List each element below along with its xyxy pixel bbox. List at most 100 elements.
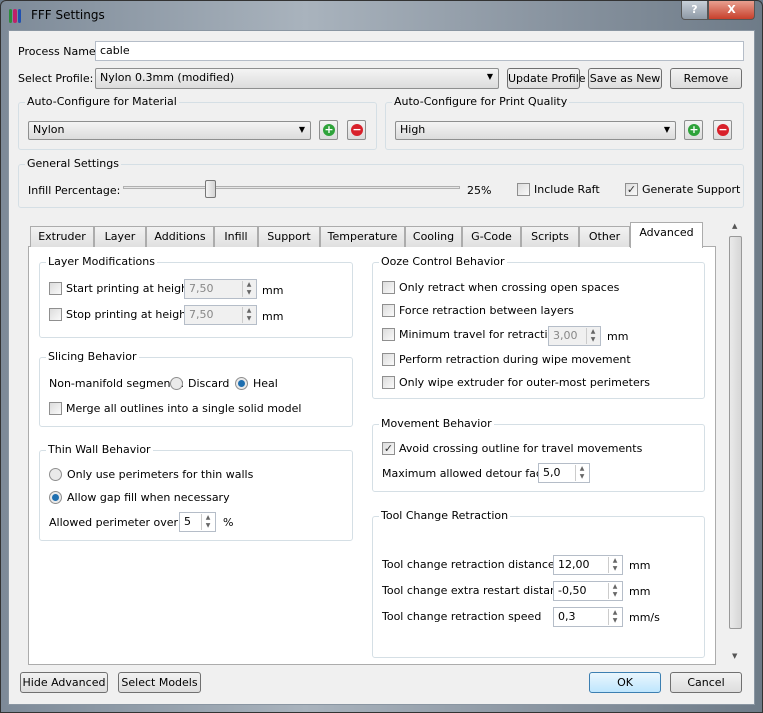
minus-icon: − xyxy=(717,123,729,136)
outer-wipe-label: Only wipe extruder for outer-most perime… xyxy=(399,376,650,389)
start-printing-label: Start printing at height xyxy=(66,282,193,295)
min-travel-unit: mm xyxy=(607,330,629,343)
tab-temperature[interactable]: Temperature xyxy=(320,226,405,247)
merge-outlines-checkbox[interactable] xyxy=(49,402,62,415)
plus-icon: + xyxy=(688,123,700,136)
process-name-label: Process Name: xyxy=(18,45,100,58)
tab-layer[interactable]: Layer xyxy=(94,226,146,247)
spin-arrows-icon[interactable]: ▲ ▼ xyxy=(242,281,255,297)
profile-value: Nylon 0.3mm (modified) xyxy=(100,71,235,84)
outer-wipe-checkbox[interactable] xyxy=(382,376,395,389)
min-travel-spinbox[interactable]: 3,00 ▲ ▼ xyxy=(548,326,601,346)
merge-outlines-label: Merge all outlines into a single solid m… xyxy=(66,402,302,415)
tab-gcode[interactable]: G-Code xyxy=(462,226,521,247)
tab-additions[interactable]: Additions xyxy=(146,226,214,247)
tab-extruder[interactable]: Extruder xyxy=(30,226,94,247)
tab-support[interactable]: Support xyxy=(258,226,320,247)
tab-cooling[interactable]: Cooling xyxy=(405,226,462,247)
min-travel-checkbox[interactable] xyxy=(382,328,395,341)
ok-button[interactable]: OK xyxy=(589,672,661,693)
tc-extra-label: Tool change extra restart distance xyxy=(382,584,570,597)
infill-slider-handle[interactable] xyxy=(204,180,216,198)
scrollbar-thumb[interactable] xyxy=(729,236,742,629)
quality-select[interactable]: High ▼ xyxy=(395,121,676,140)
slicing-behavior-title: Slicing Behavior xyxy=(46,350,139,363)
help-button[interactable]: ? xyxy=(681,1,708,20)
add-quality-button[interactable]: + xyxy=(684,120,703,140)
gap-fill-label: Allow gap fill when necessary xyxy=(67,491,230,504)
discard-label: Discard xyxy=(188,377,230,390)
discard-radio[interactable] xyxy=(170,377,183,390)
process-name-input[interactable]: cable xyxy=(95,41,744,61)
min-travel-value: 3,00 xyxy=(553,329,578,342)
tc-speed-spinbox[interactable]: 0,3 ▲ ▼ xyxy=(553,607,623,627)
spin-arrows-icon[interactable]: ▲ ▼ xyxy=(575,465,588,481)
spin-arrows-icon[interactable]: ▲ ▼ xyxy=(201,514,214,530)
tab-other[interactable]: Other xyxy=(579,226,630,247)
layer-modifications-group: Layer Modifications xyxy=(39,255,353,338)
cancel-button[interactable]: Cancel xyxy=(670,672,742,693)
avoid-crossing-checkbox[interactable]: ✓ xyxy=(382,442,395,455)
spin-arrows-icon[interactable]: ▲ ▼ xyxy=(608,609,621,625)
tab-scripts[interactable]: Scripts xyxy=(521,226,579,247)
thin-wall-title: Thin Wall Behavior xyxy=(46,443,153,456)
detour-spinbox[interactable]: 5,0 ▲ ▼ xyxy=(538,463,590,483)
window-title: FFF Settings xyxy=(31,8,105,22)
tab-infill[interactable]: Infill xyxy=(214,226,258,247)
scroll-down-icon[interactable]: ▼ xyxy=(732,652,737,660)
select-models-button[interactable]: Select Models xyxy=(118,672,201,693)
tc-distance-spinbox[interactable]: 12,00 ▲ ▼ xyxy=(553,555,623,575)
force-retraction-checkbox[interactable] xyxy=(382,304,395,317)
spin-arrows-icon[interactable]: ▲ ▼ xyxy=(242,307,255,323)
heal-radio[interactable] xyxy=(235,377,248,390)
spin-arrows-icon[interactable]: ▲ ▼ xyxy=(608,557,621,573)
scroll-up-icon[interactable]: ▲ xyxy=(732,222,737,230)
spin-arrows-icon[interactable]: ▲ ▼ xyxy=(586,328,599,344)
tc-extra-spinbox[interactable]: -0,50 ▲ ▼ xyxy=(553,581,623,601)
overlap-label: Allowed perimeter overlap xyxy=(49,516,195,529)
add-material-button[interactable]: + xyxy=(319,120,338,140)
retract-open-spaces-checkbox[interactable] xyxy=(382,281,395,294)
tab-advanced[interactable]: Advanced xyxy=(630,222,703,248)
overlap-value: 5 xyxy=(184,515,191,528)
movement-title: Movement Behavior xyxy=(379,417,494,430)
material-group-title: Auto-Configure for Material xyxy=(25,95,179,108)
overlap-unit: % xyxy=(223,516,234,529)
include-raft-checkbox[interactable] xyxy=(517,183,530,196)
infill-label: Infill Percentage: xyxy=(28,184,121,197)
avoid-crossing-label: Avoid crossing outline for travel moveme… xyxy=(399,442,643,455)
infill-slider[interactable] xyxy=(123,186,460,189)
remove-button[interactable]: Remove xyxy=(670,68,742,89)
wipe-retraction-checkbox[interactable] xyxy=(382,353,395,366)
generate-support-checkbox[interactable]: ✓ xyxy=(625,183,638,196)
general-settings-title: General Settings xyxy=(25,157,121,170)
min-travel-label: Minimum travel for retraction xyxy=(399,328,562,341)
remove-quality-button[interactable]: − xyxy=(713,120,732,140)
stop-printing-checkbox[interactable] xyxy=(49,308,62,321)
tc-distance-value: 12,00 xyxy=(558,558,590,571)
close-button[interactable]: X xyxy=(708,1,755,20)
detour-label: Maximum allowed detour factor xyxy=(382,467,558,480)
save-as-new-button[interactable]: Save as New xyxy=(588,68,662,89)
start-height-spinbox[interactable]: 7,50 ▲ ▼ xyxy=(184,279,257,299)
start-printing-checkbox[interactable] xyxy=(49,282,62,295)
update-profile-button[interactable]: Update Profile xyxy=(507,68,586,89)
tc-extra-unit: mm xyxy=(629,585,651,598)
layer-modifications-title: Layer Modifications xyxy=(46,255,157,268)
spin-arrows-icon[interactable]: ▲ ▼ xyxy=(608,583,621,599)
remove-material-button[interactable]: − xyxy=(347,120,366,140)
profile-select[interactable]: Nylon 0.3mm (modified) ▼ xyxy=(95,68,499,89)
overlap-spinbox[interactable]: 5 ▲ ▼ xyxy=(179,512,216,532)
tc-extra-value: -0,50 xyxy=(558,584,587,597)
generate-support-label: Generate Support xyxy=(642,183,741,196)
tool-change-title: Tool Change Retraction xyxy=(379,509,511,522)
app-icon xyxy=(9,9,21,23)
perimeters-only-radio[interactable] xyxy=(49,468,62,481)
hide-advanced-button[interactable]: Hide Advanced xyxy=(20,672,108,693)
material-select[interactable]: Nylon ▼ xyxy=(28,121,311,140)
gap-fill-radio[interactable] xyxy=(49,491,62,504)
scrollbar[interactable]: ▲ ▼ xyxy=(728,220,743,663)
stop-height-spinbox[interactable]: 7,50 ▲ ▼ xyxy=(184,305,257,325)
perimeters-only-label: Only use perimeters for thin walls xyxy=(67,468,254,481)
non-manifold-label: Non-manifold segments: xyxy=(49,377,185,390)
